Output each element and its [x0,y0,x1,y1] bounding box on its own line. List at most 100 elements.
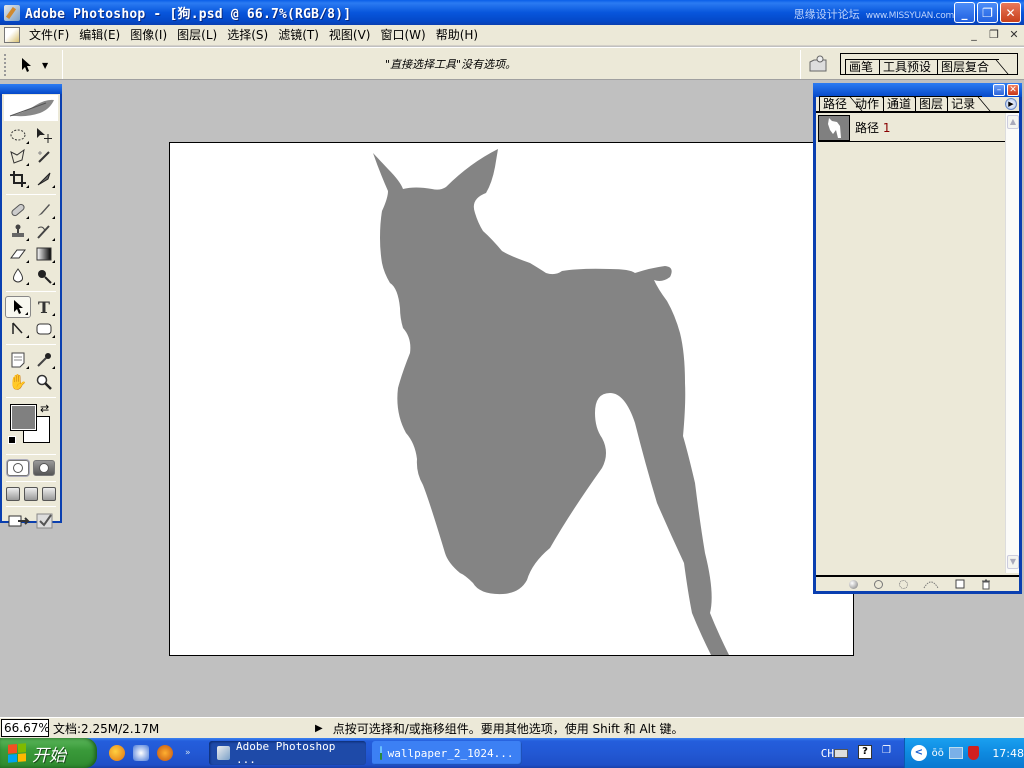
healing-brush-tool[interactable] [5,199,31,221]
well-tab-brushes[interactable]: 画笔 [845,59,884,74]
eyes-icon[interactable]: ōō [932,748,944,759]
file-browser-icon[interactable] [808,54,828,74]
menu-image[interactable]: 图像(I) [127,25,174,46]
eyedropper-tool[interactable] [31,349,57,371]
menu-edit[interactable]: 编辑(E) [76,25,127,46]
stamp-icon [12,224,24,237]
menu-layer[interactable]: 图层(L) [174,25,224,46]
trash-icon[interactable] [981,579,991,590]
menu-file[interactable]: 文件(F) [26,25,76,46]
lasso-tool[interactable] [5,146,31,168]
keyboard-icon[interactable] [834,749,848,758]
move-tool[interactable] [31,124,57,146]
stroke-path-icon[interactable] [873,579,883,589]
fill-path-icon[interactable] [848,579,858,589]
make-work-path-icon[interactable] [923,579,939,589]
notes-tool[interactable] [5,349,31,371]
eraser-icon [10,249,26,259]
hand-icon: ✋ [8,373,28,391]
full-screen-menu-button[interactable] [24,487,38,501]
dodge-tool[interactable] [31,265,57,287]
close-button[interactable]: ✕ [1000,2,1021,23]
tab-channels[interactable]: 通道 [883,96,919,111]
menu-view[interactable]: 视图(V) [326,25,378,46]
show-hidden-icons-button[interactable]: < [911,745,927,761]
start-label: 开始 [32,745,66,766]
tiger-icon[interactable] [157,745,173,761]
doc-close-button[interactable]: ✕ [1006,27,1022,43]
help-icon[interactable]: ? [858,745,872,759]
quick-mask-button[interactable] [33,460,55,476]
document-icon[interactable] [4,27,20,43]
eraser-tool[interactable] [5,243,31,265]
tool-preset-picker[interactable]: ▼ [20,54,58,76]
zoom-level-input[interactable]: 66.67% [1,719,50,737]
paths-scrollbar[interactable]: ▲ ▼ [1005,113,1019,573]
marquee-tool[interactable] [5,124,31,146]
well-tab-layer-comps[interactable]: 图层复合 [937,59,1000,74]
status-hint: 点按可选择和/或拖移组件。要用其他选项，使用 Shift 和 Alt 键。 [332,721,684,736]
load-selection-icon[interactable] [898,579,908,589]
adobe-online-button[interactable] [4,95,58,121]
tab-paths[interactable]: 路径 [819,96,855,111]
start-button[interactable]: 开始 [0,738,97,768]
zoom-tool[interactable] [31,371,57,393]
document-canvas[interactable] [169,142,854,656]
network-icon[interactable] [948,747,963,759]
pen-tool[interactable] [5,318,31,340]
doc-minimize-button[interactable]: _ [966,27,982,43]
palette-close-button[interactable]: ✕ [1007,84,1019,96]
language-indicator[interactable]: CH [821,747,834,760]
tab-history[interactable]: 记录 [947,96,983,111]
restore-button[interactable]: ❐ [977,2,998,23]
minimize-button[interactable]: _ [954,2,975,23]
shield-icon[interactable] [967,746,980,760]
restore-bar-icon[interactable]: ❐ [882,745,896,759]
shape-tool[interactable] [31,318,57,340]
standard-screen-button[interactable] [6,487,20,501]
full-screen-button[interactable] [42,487,56,501]
palette-menu-button[interactable]: ▶ [1005,98,1017,110]
new-path-icon[interactable] [955,579,965,589]
path-item[interactable]: 路径 1 [818,114,1006,142]
palette-minimize-button[interactable]: – [993,84,1005,96]
menu-window[interactable]: 窗口(W) [377,25,432,46]
hand-tool[interactable]: ✋ [5,371,31,393]
default-colors-icon[interactable] [8,436,19,447]
toolbox-separator [6,291,56,292]
firefox-icon[interactable] [109,745,125,761]
menu-filter[interactable]: 滤镜(T) [275,25,326,46]
swap-colors-icon[interactable]: ⇄ [40,402,49,415]
foreground-color[interactable] [10,404,37,431]
history-brush-tool[interactable] [31,221,57,243]
blur-tool[interactable] [5,265,31,287]
scroll-down-button[interactable]: ▼ [1007,555,1019,569]
doc-restore-button[interactable]: ❐ [986,27,1002,43]
taskbar-item-photoshop[interactable]: Adobe Photoshop ... [208,740,366,766]
slice-tool[interactable] [31,168,57,190]
jump-to-imageready-icon[interactable] [8,512,32,530]
well-tab-tool-presets[interactable]: 工具预设 [879,59,942,74]
crop-tool[interactable] [5,168,31,190]
tab-layers[interactable]: 图层 [915,96,951,111]
status-menu-arrow-icon[interactable]: ▶ [315,723,323,734]
ie-icon[interactable] [133,745,149,761]
options-bar-grip[interactable] [4,54,6,76]
type-tool[interactable]: T [31,296,57,318]
menu-help[interactable]: 帮助(H) [433,25,485,46]
toolbox-title-bar[interactable] [0,84,62,94]
gradient-tool[interactable] [31,243,57,265]
clock[interactable]: 17:48 [992,747,1024,760]
paths-palette-title-bar[interactable]: – ✕ [813,83,1022,97]
clone-stamp-tool[interactable] [5,221,31,243]
quick-launch-more-icon[interactable]: » [185,748,191,758]
scroll-up-button[interactable]: ▲ [1007,115,1019,129]
direct-selection-tool[interactable] [5,296,31,318]
standard-mode-button[interactable] [7,460,29,476]
brush-tool[interactable] [31,199,57,221]
palette-well: 画笔 工具预设 图层复合 [840,53,1018,75]
menu-select[interactable]: 选择(S) [224,25,275,46]
taskbar-item-wallpaper[interactable]: wallpaper_2_1024... [371,741,522,765]
arrow-cursor-icon [22,58,31,72]
magic-wand-tool[interactable] [31,146,57,168]
